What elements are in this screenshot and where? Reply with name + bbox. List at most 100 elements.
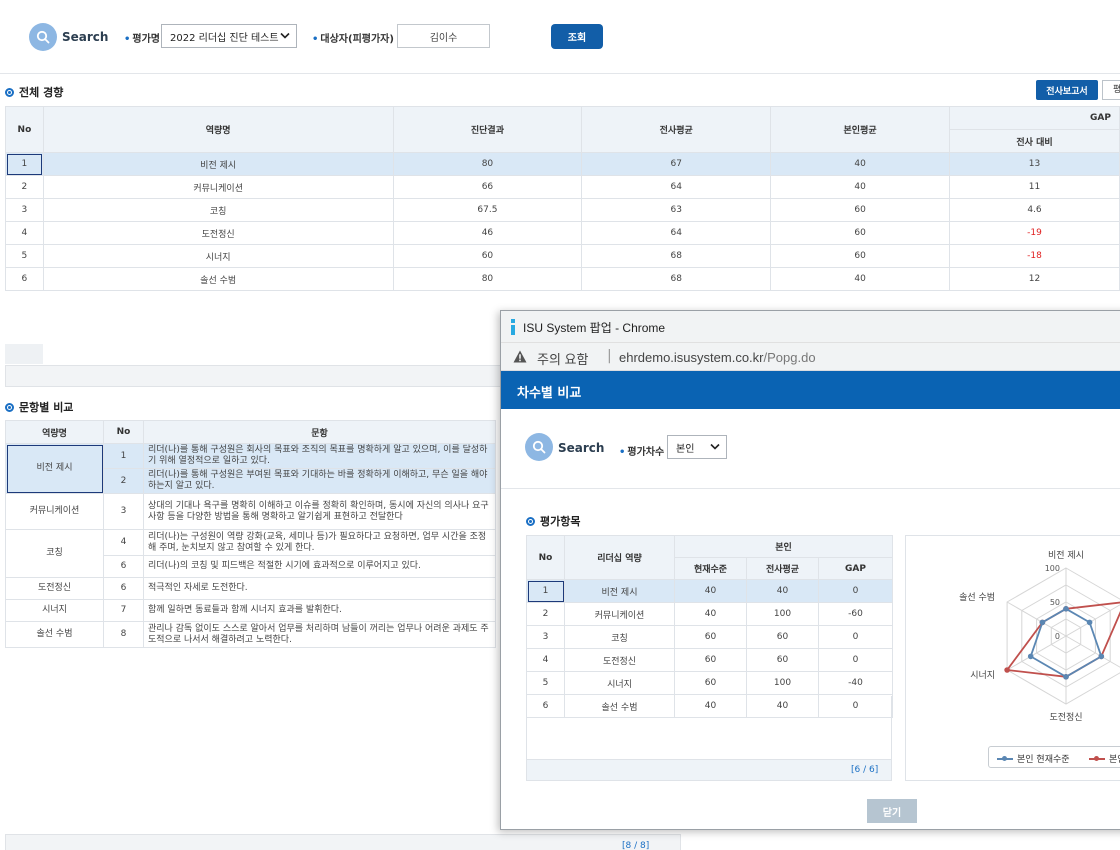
competency-cell[interactable]: 도전정신 [564,648,675,672]
col-no[interactable]: No [5,106,44,153]
self-avg-cell[interactable]: 40 [770,175,951,199]
table-row[interactable]: 3 코칭 60 60 0 [526,625,893,649]
self-avg-cell[interactable]: 40 [770,267,951,291]
table-row[interactable]: 6 솔선 수범 80 68 40 12 [5,267,1120,291]
question-cell[interactable]: 리더(나)의 코칭 및 피드백은 적절한 시기에 효과적으로 이루어지고 있다. [143,555,496,578]
table-row[interactable]: 도전정신 6 적극적인 자세로 도전한다. [5,577,496,600]
self-avg-cell[interactable]: 60 [770,221,951,245]
col-company-avg[interactable]: 전사평균 [746,557,819,580]
current-cell[interactable]: 40 [674,602,747,626]
company-avg-cell[interactable]: 64 [581,175,772,199]
col-current[interactable]: 현재수준 [674,557,747,580]
no-cell[interactable]: 4 [5,221,44,245]
col-competency[interactable]: 리더십 역량 [564,535,675,580]
legend-item-current[interactable]: 본인 현재수준 [997,752,1070,765]
gap-cell[interactable]: -60 [818,602,893,626]
question-cell[interactable]: 리더(나)를 통해 구성원은 회사의 목표와 조직의 목표를 명확하게 알고 있… [143,443,496,469]
current-cell[interactable]: 40 [674,579,747,603]
no-cell[interactable]: 2 [526,602,565,626]
query-button[interactable]: 조회 [551,24,603,49]
no-cell[interactable]: 5 [526,671,565,695]
col-no[interactable]: No [103,420,144,444]
no-cell[interactable]: 6 [103,577,144,600]
company-avg-cell[interactable]: 68 [581,267,772,291]
no-cell[interactable]: 3 [103,493,144,530]
col-self[interactable]: 본인 [674,535,893,558]
comp-cell[interactable]: 비전 제시 [5,443,104,494]
competency-cell[interactable]: 도전정신 [42,221,394,245]
no-cell[interactable]: 4 [103,529,144,556]
table-row[interactable]: 비전 제시 1 리더(나)를 통해 구성원은 회사의 목표와 조직의 목표를 명… [5,443,496,494]
current-cell[interactable]: 60 [674,625,747,649]
table-row[interactable]: 1 비전 제시 40 40 0 [526,579,893,603]
company-avg-cell[interactable]: 60 [746,625,819,649]
no-cell[interactable]: 3 [5,198,44,222]
table-row[interactable]: 2 커뮤니케이션 66 64 40 11 [5,175,1120,199]
gap-cell[interactable]: 4.6 [949,198,1120,222]
table-row[interactable]: 2 커뮤니케이션 40 100 -60 [526,602,893,626]
result-cell[interactable]: 80 [392,152,583,176]
col-gap-company[interactable]: 전사 대비 [949,129,1120,153]
current-cell[interactable]: 60 [674,648,747,672]
popup-urlbar[interactable]: 주의 요함 | ehrdemo.isusystem.co.kr/Popg.do [501,343,1120,371]
gap-cell[interactable]: 11 [949,175,1120,199]
current-cell[interactable]: 60 [674,671,747,695]
result-cell[interactable]: 60 [392,244,583,268]
no-cell[interactable]: 1 [526,579,565,603]
question-cell[interactable]: 함께 일하면 동료들과 함께 시너지 효과를 발휘한다. [143,599,496,622]
legend-item-company[interactable]: 본인 [1089,752,1120,765]
table-row[interactable]: 1 비전 제시 80 67 40 13 [5,152,1120,176]
company-avg-cell[interactable]: 60 [746,648,819,672]
no-cell[interactable]: 1 [5,152,44,176]
no-cell[interactable]: 2 [5,175,44,199]
competency-cell[interactable]: 솔선 수범 [42,267,394,291]
no-cell[interactable]: 6 [5,267,44,291]
table-row[interactable]: 커뮤니케이션 3 상대의 기대나 욕구를 명확히 이해하고 이슈를 정확히 확인… [5,493,496,530]
target-input[interactable]: 김이수 [397,24,490,48]
no-cell[interactable]: 6 [103,555,144,578]
competency-cell[interactable]: 코칭 [564,625,675,649]
table-row[interactable]: 5 시너지 60 68 60 -18 [5,244,1120,268]
report-button-2[interactable]: 평 [1102,80,1120,100]
competency-cell[interactable]: 시너지 [564,671,675,695]
no-cell[interactable]: 7 [103,599,144,622]
company-avg-cell[interactable]: 63 [581,198,772,222]
company-avg-cell[interactable]: 40 [746,579,819,603]
gap-cell[interactable]: -18 [949,244,1120,268]
col-competency[interactable]: 역량명 [5,420,104,444]
round-select[interactable]: 본인 [667,435,727,459]
col-result[interactable]: 진단결과 [392,106,583,153]
no-cell[interactable]: 8 [103,621,144,648]
competency-cell[interactable]: 코칭 [42,198,394,222]
col-self-avg[interactable]: 본인평균 [770,106,951,153]
competency-cell[interactable]: 비전 제시 [42,152,394,176]
popup-titlebar[interactable]: ISU System 팝업 - Chrome [501,311,1120,343]
comp-cell[interactable]: 솔선 수범 [5,621,104,648]
comp-cell[interactable]: 커뮤니케이션 [5,493,104,530]
competency-cell[interactable]: 비전 제시 [564,579,675,603]
table-row[interactable]: 5 시너지 60 100 -40 [526,671,893,695]
gap-cell[interactable]: 13 [949,152,1120,176]
competency-cell[interactable]: 시너지 [42,244,394,268]
table-row[interactable]: 4 도전정신 46 64 60 -19 [5,221,1120,245]
result-cell[interactable]: 80 [392,267,583,291]
competency-cell[interactable]: 커뮤니케이션 [42,175,394,199]
eval-name-select[interactable]: 2022 리더십 진단 테스트 [161,24,297,48]
self-avg-cell[interactable]: 60 [770,198,951,222]
gap-cell[interactable]: -40 [818,671,893,695]
question-cell[interactable]: 상대의 기대나 욕구를 명확히 이해하고 이슈를 정확히 확인하며, 동시에 자… [143,493,496,530]
table-row[interactable]: 코칭 4 리더(나)는 구성원이 역량 강화(교육, 세미나 등)가 필요하다고… [5,529,496,578]
col-company-avg[interactable]: 전사평균 [581,106,772,153]
overall-table-scroll[interactable] [5,365,505,387]
table-row[interactable]: 3 코칭 67.5 63 60 4.6 [5,198,1120,222]
question-cell[interactable]: 적극적인 자세로 도전한다. [143,577,496,600]
competency-cell[interactable]: 커뮤니케이션 [564,602,675,626]
company-avg-cell[interactable]: 100 [746,671,819,695]
company-avg-cell[interactable]: 68 [581,244,772,268]
no-cell[interactable]: 2 [103,468,144,494]
comp-cell[interactable]: 시너지 [5,599,104,622]
table-row[interactable]: 시너지 7 함께 일하면 동료들과 함께 시너지 효과를 발휘한다. [5,599,496,622]
table-row[interactable]: 4 도전정신 60 60 0 [526,648,893,672]
col-gap[interactable]: GAP [818,557,893,580]
col-question[interactable]: 문항 [143,420,496,444]
